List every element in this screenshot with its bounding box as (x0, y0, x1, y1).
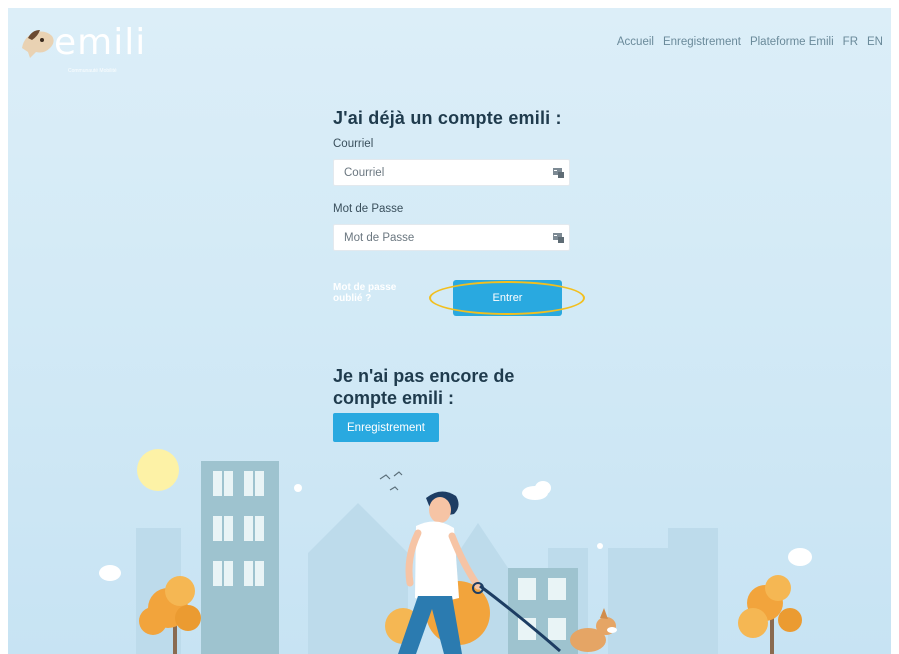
login-heading: J'ai déjà un compte emili : (333, 108, 562, 128)
password-label: Mot de Passe (333, 203, 404, 215)
page-frame: emili Communauté Mobilité Accueil Enregi… (8, 8, 891, 654)
email-field[interactable] (334, 160, 524, 185)
sun-icon (137, 449, 179, 491)
building-right (508, 568, 578, 654)
password-field[interactable] (334, 225, 524, 250)
brand-logo[interactable]: emili Communauté Mobilité (16, 22, 166, 78)
register-button[interactable]: Enregistrement (333, 413, 439, 442)
nav-item-lang-en[interactable]: EN (867, 36, 883, 48)
password-field-wrapper (333, 224, 570, 251)
register-heading: Je n'ai pas encore de compte emili : (333, 366, 515, 408)
nav-item-accueil[interactable]: Accueil (617, 36, 654, 48)
top-nav: Accueil Enregistrement Plateforme Emili … (608, 36, 883, 48)
building-left (201, 461, 279, 654)
enter-button[interactable]: Entrer (453, 280, 562, 316)
nav-item-plateforme[interactable]: Plateforme Emili (750, 36, 834, 48)
background-illustration (99, 449, 812, 654)
nav-item-enregistrement[interactable]: Enregistrement (663, 36, 741, 48)
email-label: Courriel (333, 138, 374, 150)
nav-item-lang-fr[interactable]: FR (843, 36, 858, 48)
dog-logo-icon (22, 30, 54, 58)
brand-tagline: Communauté Mobilité (68, 68, 117, 74)
id-card-icon (553, 168, 564, 178)
login-form: J'ai déjà un compte emili : Courriel Mot… (333, 108, 585, 316)
tree-right (738, 575, 802, 654)
brand-name: emili (54, 22, 147, 63)
forgot-password-link[interactable]: Mot de passe oublié ? (333, 282, 413, 304)
email-field-wrapper (333, 159, 570, 186)
birds-icon (379, 471, 403, 491)
id-card-icon (553, 233, 564, 243)
